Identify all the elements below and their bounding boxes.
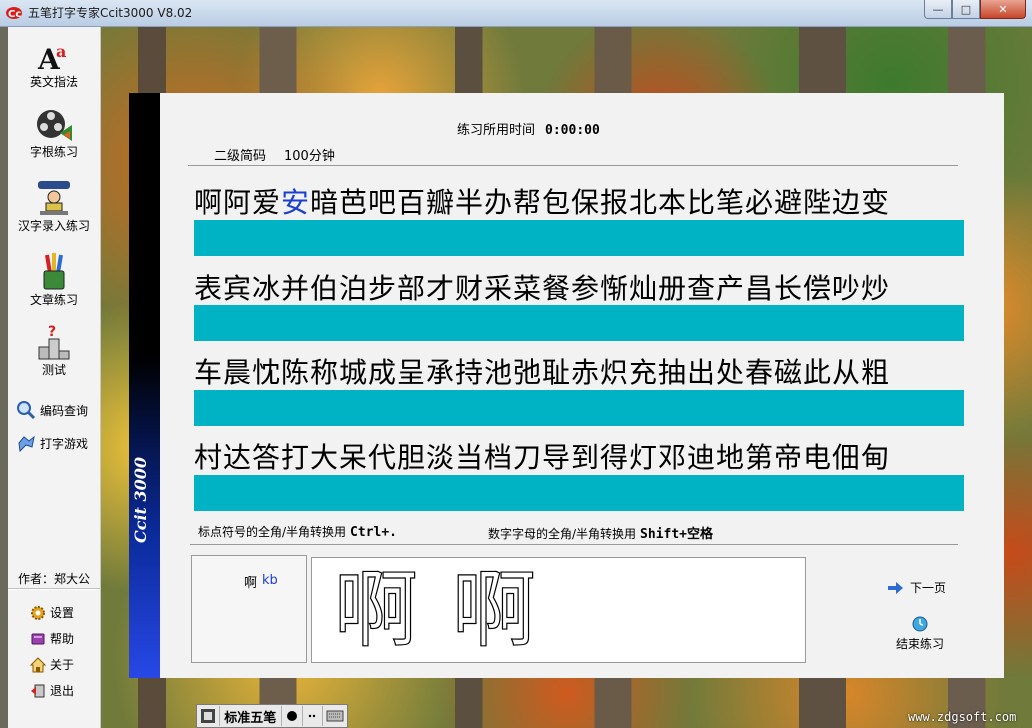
timer-value: 0:00:00 [545,123,600,138]
hint-alphanumeric: 数字字母的全角/半角转换用 Shift+空格 [488,523,713,542]
ime-punctuation-toggle[interactable] [303,706,324,726]
ime-name[interactable]: 标准五笔 [220,706,282,726]
ime-logo-icon [200,709,215,723]
code-char: 啊 [244,576,258,591]
sidebar-item-label: 编码查询 [40,403,89,418]
english-letters-icon: A a [37,42,66,73]
sidebar-item-label: 文章练习 [29,293,78,307]
window-title: 五笔打字专家Ccit3000 V8.02 [28,6,193,20]
gear-icon [31,605,45,620]
level-info: 二级简码 100分钟 [214,145,353,164]
duration: 100分钟 [284,149,335,164]
sidebar-item-about[interactable]: 关于 [30,656,74,673]
app-logo-icon: Cc [6,7,22,20]
sidebar-item-label: 关于 [50,658,75,672]
character-display-box: 啊 啊 [311,557,806,663]
svg-text:?: ? [48,324,56,340]
sidebar-item-label: 帮助 [50,632,75,646]
display-char-outline: 啊 [333,560,419,659]
pending-text: 表宾冰并伯泊步部才财采菜餐参惭灿册查产昌长偿吵炒 [194,272,891,305]
hint-key: Ctrl+. [350,525,398,540]
pending-text: 村达答打大呆代胆淡当档刀导到得灯邓迪地第帝电佃甸 [194,441,891,474]
full-width-icon [286,711,297,721]
book-icon [31,633,45,644]
hint-key: Shift+空格 [640,527,714,542]
top-divider [188,165,958,166]
gamepad-icon [18,435,35,453]
input-row-2[interactable] [194,305,964,341]
exit-icon [31,684,45,697]
sidebar-item-article-practice[interactable]: 文章练习 [8,251,100,308]
practice-row-1: 啊阿爱安暗芭吧百瓣半办帮包保报北本比笔必避陛边变 [194,181,974,221]
podium-icon: ? [38,324,70,360]
next-page-label: 下一页 [910,581,947,595]
pending-text: 暗芭吧百瓣半办帮包保报北本比笔必避陛边变 [310,186,891,219]
hint-label: 数字字母的全角/半角转换用 [488,527,637,541]
author-label: 作者：郑大公 [18,572,91,586]
bottom-divider [190,544,958,545]
sidebar: A a 英文指法 字根练习 汉字录入练习 文章练习 ? 测试 编码查询 打字游戏… [8,27,101,728]
close-button[interactable]: ✕ [980,0,1026,19]
display-char-stroke: 啊 [451,560,537,659]
sidebar-item-exit[interactable]: 退出 [30,682,74,699]
sidebar-item-label: 退出 [50,684,75,698]
watermark: www.zdgsoft.com [908,710,1017,724]
minimize-button[interactable]: — [924,0,952,19]
level-name: 二级简码 [214,149,267,164]
ime-toolbar: 标准五笔 [196,704,348,728]
sidebar-item-label: 打字游戏 [40,436,89,451]
pending-text: 车晨忱陈称城成呈承持池弛耻赤炽充抽出处春磁此从粗 [194,356,891,389]
typed-text: 啊阿爱 [194,186,282,219]
end-practice-button[interactable]: 结束练习 [890,615,950,652]
magnifier-icon [17,401,36,420]
sidebar-item-typing-game[interactable]: 打字游戏 [16,433,88,453]
typist-icon [38,181,70,215]
practice-panel: 练习所用时间 0:00:00 二级简码 100分钟 啊阿爱安暗芭吧百瓣半办帮包保报北… [160,93,1004,678]
sidebar-item-english-fingering[interactable]: A a 英文指法 [8,39,100,90]
code-key: kb [262,573,278,588]
code-hint-box: 啊 kb [191,555,307,663]
input-row-4[interactable] [194,475,964,511]
hint-punctuation: 标点符号的全角/半角转换用 Ctrl+. [198,523,397,540]
practice-row-3: 车晨忱陈称城成呈承持池弛耻赤炽充抽出处春磁此从粗 [194,351,974,391]
sidebar-item-label: 汉字录入练习 [17,219,90,233]
hint-label: 标点符号的全角/半角转换用 [198,525,347,539]
current-char: 安 [281,186,311,219]
sidebar-item-settings[interactable]: 设置 [30,604,74,621]
sidebar-divider [8,588,100,590]
next-page-button[interactable]: 下一页 [888,579,946,596]
svg-text:a: a [56,42,66,61]
ime-logo[interactable] [197,706,220,726]
home-icon [30,656,46,672]
sidebar-item-label: 测试 [41,363,66,377]
ime-full-width-toggle[interactable] [282,706,303,726]
sidebar-item-test[interactable]: ? 测试 [8,323,100,378]
brand-strip-text: Ccit 3000 [131,456,150,543]
input-row-3[interactable] [194,390,964,426]
sidebar-item-help[interactable]: 帮助 [30,630,74,647]
arrow-right-icon [888,581,903,594]
sidebar-item-label: 英文指法 [29,75,78,89]
end-practice-label: 结束练习 [895,637,944,651]
sidebar-item-label: 设置 [50,606,75,620]
ime-soft-keyboard[interactable] [323,706,347,726]
timer-label: 练习所用时间 [457,123,536,138]
timer: 练习所用时间 0:00:00 [457,119,600,138]
clock-icon [912,616,928,632]
film-reel-icon [37,110,72,141]
punctuation-icon [309,714,316,718]
sidebar-item-radical-practice[interactable]: 字根练习 [8,105,100,160]
practice-row-4: 村达答打大呆代胆淡当档刀导到得灯邓迪地第帝电佃甸 [194,436,974,476]
practice-row-2: 表宾冰并伯泊步部才财采菜餐参惭灿册查产昌长偿吵炒 [194,267,974,307]
maximize-button[interactable]: □ [952,0,980,19]
title-bar: Cc 五笔打字专家Ccit3000 V8.02 — □ ✕ [0,0,1032,27]
input-row-1[interactable] [194,220,964,256]
pens-cup-icon [43,253,65,290]
sidebar-item-label: 字根练习 [29,145,78,159]
brand-strip: Ccit 3000 [129,93,160,678]
svg-text:Cc: Cc [8,9,21,20]
sidebar-item-code-lookup[interactable]: 编码查询 [16,400,88,420]
keyboard-icon [326,710,344,722]
sidebar-item-chinese-input[interactable]: 汉字录入练习 [8,177,100,234]
